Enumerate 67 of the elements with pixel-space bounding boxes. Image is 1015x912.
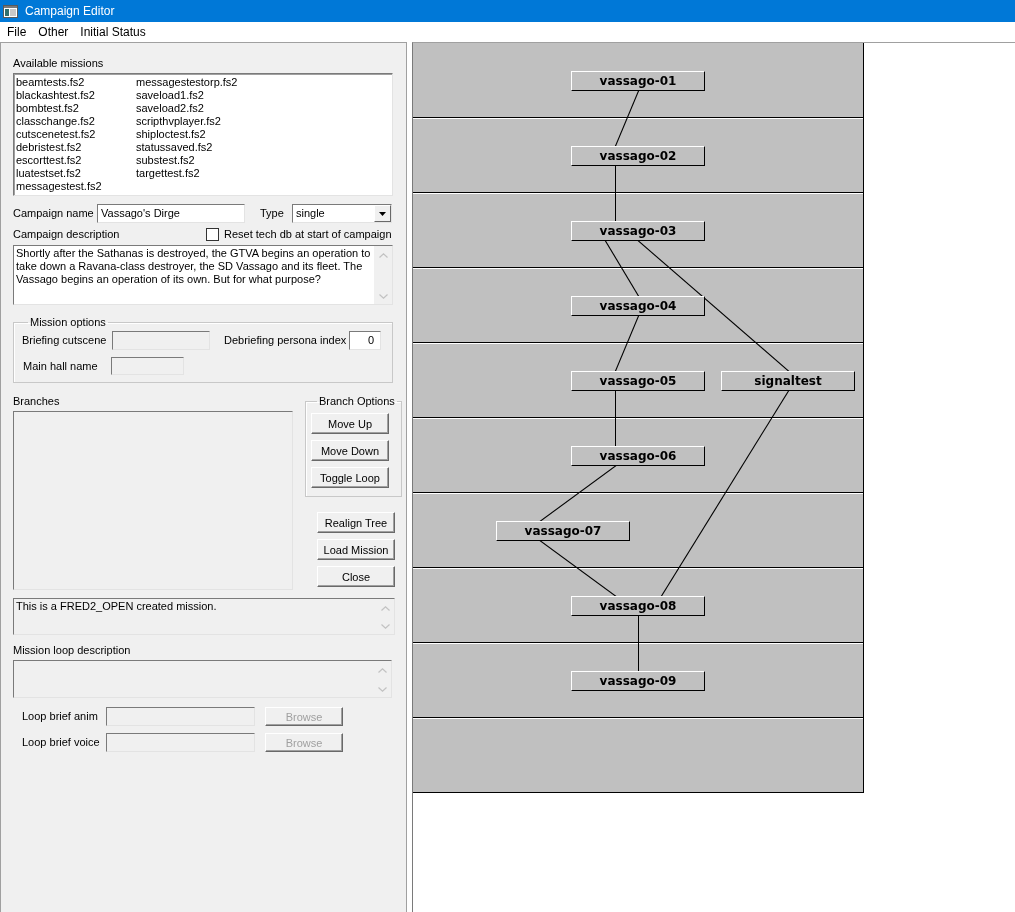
mission-list-item[interactable]: scripthvplayer.fs2 — [136, 115, 223, 128]
caret-icon — [379, 211, 386, 216]
action-button[interactable]: Realign Tree — [317, 512, 395, 533]
menu-item[interactable]: File — [1, 24, 33, 40]
mission-list-item[interactable]: bombtest.fs2 — [16, 102, 81, 115]
field-label: Campaign name — [13, 207, 95, 220]
section-label: Available missions — [13, 57, 105, 70]
branch-line — [614, 91, 640, 146]
mission-list-item[interactable]: messagestest.fs2 — [16, 180, 104, 193]
window-title: Campaign Editor — [25, 4, 115, 18]
mission-list-item[interactable]: statussaved.fs2 — [136, 141, 215, 154]
mission-list-item[interactable]: cutscenetest.fs2 — [16, 128, 98, 141]
mission-node[interactable]: vassago-08 — [571, 596, 705, 616]
action-button[interactable]: Close — [317, 566, 395, 587]
section-label: Branches — [13, 395, 61, 408]
branch-line — [614, 391, 617, 446]
field-label: Main hall name — [22, 359, 99, 373]
field-label: Briefing cutscene — [22, 334, 108, 347]
dropdown-button[interactable] — [374, 205, 391, 222]
mission-list-item[interactable]: saveload1.fs2 — [136, 89, 206, 102]
mission-list-item[interactable]: shiploctest.fs2 — [136, 128, 208, 141]
action-button[interactable]: Load Mission — [317, 539, 395, 560]
type-dropdown[interactable]: single — [292, 204, 392, 223]
mission-list-item[interactable]: escorttest.fs2 — [16, 154, 84, 167]
mission-node[interactable]: signaltest — [721, 371, 855, 391]
branch-option-button[interactable]: Move Up — [311, 413, 389, 434]
description-field[interactable]: Shortly after the Sathanas is destroyed, the GTVA begins an operation to take down a Ravana-class destroyer, the SD Vassago and its fleet. The Vassago begins an operation of its own. But for what purpose? — [13, 245, 393, 305]
mission-node[interactable]: vassago-06 — [571, 446, 705, 466]
mission-list-item[interactable]: saveload2.fs2 — [136, 102, 206, 115]
mission-list-item[interactable]: classchange.fs2 — [16, 115, 97, 128]
mission-node[interactable]: vassago-05 — [571, 371, 705, 391]
mission-node[interactable]: vassago-07 — [496, 521, 630, 541]
mission-list-item[interactable]: debristest.fs2 — [16, 141, 84, 154]
number-field[interactable]: 0 — [349, 331, 381, 350]
chevron-down-icon[interactable] — [378, 294, 388, 299]
checkbox-label: Reset tech db at start of campaign — [224, 228, 392, 241]
field-label: Campaign description — [13, 228, 121, 241]
section-label: Mission loop description — [13, 644, 132, 657]
chevron-up-icon[interactable] — [378, 253, 388, 258]
mission-list-item[interactable]: substest.fs2 — [136, 154, 197, 167]
mission-list-item[interactable]: beamtests.fs2 — [16, 76, 87, 89]
mission-node[interactable]: vassago-03 — [571, 221, 705, 241]
window-icon — [3, 4, 18, 18]
missions-list[interactable] — [13, 73, 393, 196]
menu-item[interactable]: Other — [32, 24, 75, 40]
mission-node[interactable]: vassago-09 — [571, 671, 705, 691]
branch-option-button[interactable]: Toggle Loop — [311, 467, 389, 488]
mission-node[interactable]: vassago-02 — [571, 146, 705, 166]
mission-list-item[interactable]: targettest.fs2 — [136, 167, 202, 180]
field-label: Loop brief voice — [22, 736, 101, 749]
mission-node[interactable]: vassago-04 — [571, 296, 705, 316]
mission-list-item[interactable]: blackashtest.fs2 — [16, 89, 97, 102]
field-label: Loop brief anim — [22, 710, 99, 723]
group-title: Mission options — [29, 316, 107, 329]
branch-option-button[interactable]: Move Down — [311, 440, 389, 461]
field-label: Debriefing persona index — [224, 334, 348, 347]
mission-node[interactable]: vassago-01 — [571, 71, 705, 91]
campaign-name-field[interactable]: Vassago's Dirge — [97, 204, 245, 223]
branch-line — [614, 166, 617, 221]
mission-list-item[interactable]: messagestestorp.fs2 — [136, 76, 240, 89]
field-label: Type — [260, 207, 285, 220]
mission-list-item[interactable]: luatestset.fs2 — [16, 167, 83, 180]
menu-item[interactable]: Initial Status — [74, 24, 152, 40]
branch-line — [637, 616, 640, 671]
scrollbar[interactable] — [374, 246, 392, 304]
group-title: Branch Options — [318, 395, 396, 408]
checkbox[interactable] — [206, 228, 219, 241]
